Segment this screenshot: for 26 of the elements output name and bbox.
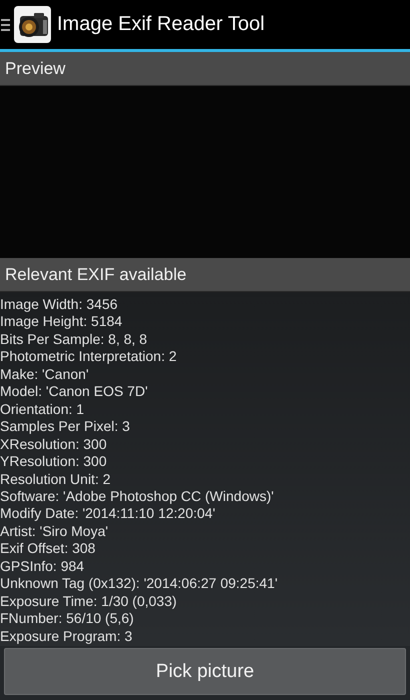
- exif-line: Exposure Time: 1/30 (0,033): [0, 592, 178, 610]
- section-header: Relevant EXIF available: [0, 258, 410, 292]
- exif-line: Samples Per Pixel: 3: [0, 418, 131, 436]
- exif-line: Orientation: 1: [0, 400, 86, 418]
- exif-line: Image Height: 5184: [0, 313, 124, 331]
- exif-line: Make: 'Canon': [0, 366, 90, 384]
- exif-line: GPSInfo: 984: [0, 558, 86, 576]
- exif-line: Unknown Tag (0x132): '2014:06:27 09:25:41': [0, 575, 279, 593]
- exif-line: FNumber: 56/10 (5,6): [0, 610, 135, 628]
- menu-icon[interactable]: [1, 18, 10, 32]
- pick-picture-button[interactable]: Pick picture: [4, 648, 406, 695]
- exif-line: Bits Per Sample: 8, 8, 8: [0, 330, 148, 348]
- exif-line: YResolution: 300: [0, 453, 108, 471]
- camera-icon[interactable]: [14, 6, 51, 43]
- exif-line: Photometric Interpretation: 2: [0, 348, 178, 366]
- exif-line: Image Width: 3456: [0, 296, 119, 314]
- exif-line: Software: 'Adobe Photoshop CC (Windows)': [0, 488, 275, 506]
- app-title: Image Exif Reader Tool: [57, 13, 265, 36]
- exif-line: Modify Date: '2014:11:10 12:20:04': [0, 505, 216, 523]
- exif-line: Exposure Program: 3: [0, 628, 134, 646]
- exif-line: Resolution Unit: 2: [0, 470, 112, 488]
- exif-line: XResolution: 300: [0, 436, 108, 454]
- section-header: Preview: [0, 52, 410, 86]
- exif-line: Model: 'Canon EOS 7D': [0, 383, 149, 401]
- exif-line: Exif Offset: 308: [0, 540, 96, 558]
- exif-line: Artist: 'Siro Moya': [0, 522, 110, 540]
